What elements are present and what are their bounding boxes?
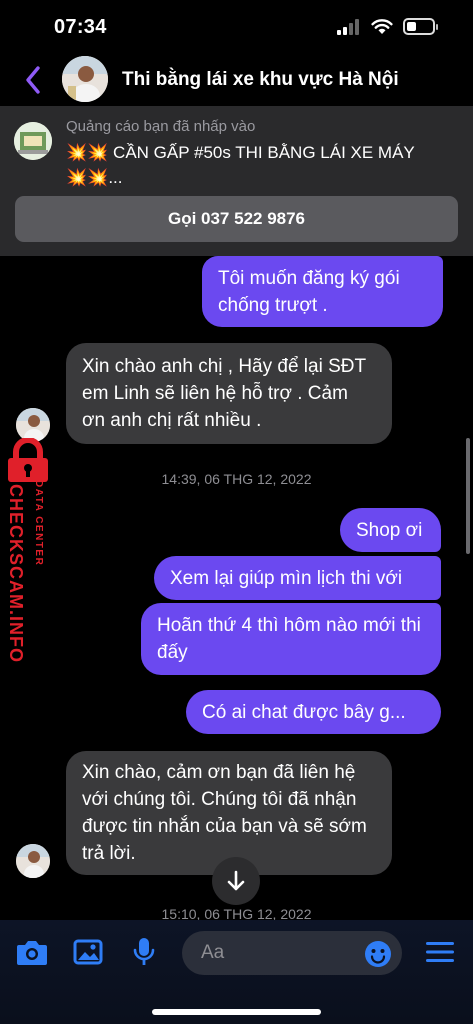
status-bar: 07:34 [0,0,473,54]
gallery-button[interactable] [72,936,104,968]
contact-avatar[interactable] [62,56,108,102]
message-outgoing[interactable]: Tôi muốn đăng ký gói chống trượt . [202,256,443,327]
sender-avatar[interactable] [16,844,50,878]
ad-text: 💥💥 CẦN GẤP #50s THI BẰNG LÁI XE MÁY 💥💥..… [66,143,415,187]
ad-thumbnail [14,122,52,160]
conversation-title[interactable]: Thi bằng lái xe khu vực Hà Nội [122,69,399,91]
camera-icon [17,941,47,965]
status-time: 07:34 [54,16,107,38]
back-button[interactable] [18,62,48,98]
voice-button[interactable] [128,936,160,968]
menu-button[interactable] [424,936,456,968]
wifi-icon [371,18,393,34]
scrollbar[interactable] [466,438,470,554]
microphone-icon [133,938,155,965]
watermark: CHECKSCAM.INFO DATA CENTER [0,430,58,670]
ad-label: Quảng cáo bạn đã nhấp vào [66,118,256,135]
emoji-button[interactable] [364,940,392,968]
watermark-text: CHECKSCAM.INFO [6,484,26,663]
watermark-subtext: DATA CENTER [33,480,44,567]
gallery-icon [73,939,103,965]
composer-bar [0,920,473,1024]
emoji-icon [365,941,391,967]
chat-header: Thi bằng lái xe khu vực Hà Nội [0,54,473,106]
camera-button[interactable] [16,936,48,968]
cellular-signal-icon [337,18,359,35]
contact-avatar-image [62,56,108,102]
message-incoming[interactable]: Xin chào anh chị , Hãy để lại SĐT em Lin… [66,343,392,444]
menu-icon [426,942,454,962]
scroll-to-bottom-button[interactable] [212,857,260,905]
message-incoming[interactable]: Xin chào, cảm ơn bạn đã liên hệ với chún… [66,751,392,875]
status-icons [337,18,438,35]
message-outgoing[interactable]: Có ai chat được bây g... [186,690,441,734]
battery-icon [403,18,438,35]
timestamp: 14:39, 06 THG 12, 2022 [161,471,312,487]
home-indicator[interactable] [152,1009,321,1015]
message-outgoing[interactable]: Xem lại giúp mìn lịch thi với [154,556,441,600]
call-button[interactable]: Gọi 037 522 9876 [15,196,458,242]
back-chevron-icon [26,66,40,94]
ad-banner[interactable]: Quảng cáo bạn đã nhấp vào 💥💥 CẦN GẤP #50… [0,106,473,256]
message-outgoing[interactable]: Shop ơi [340,508,441,552]
arrow-down-icon [227,870,245,891]
message-outgoing[interactable]: Hoãn thứ 4 thì hôm nào mới thi đấy [141,603,441,675]
lock-icon [8,438,48,482]
